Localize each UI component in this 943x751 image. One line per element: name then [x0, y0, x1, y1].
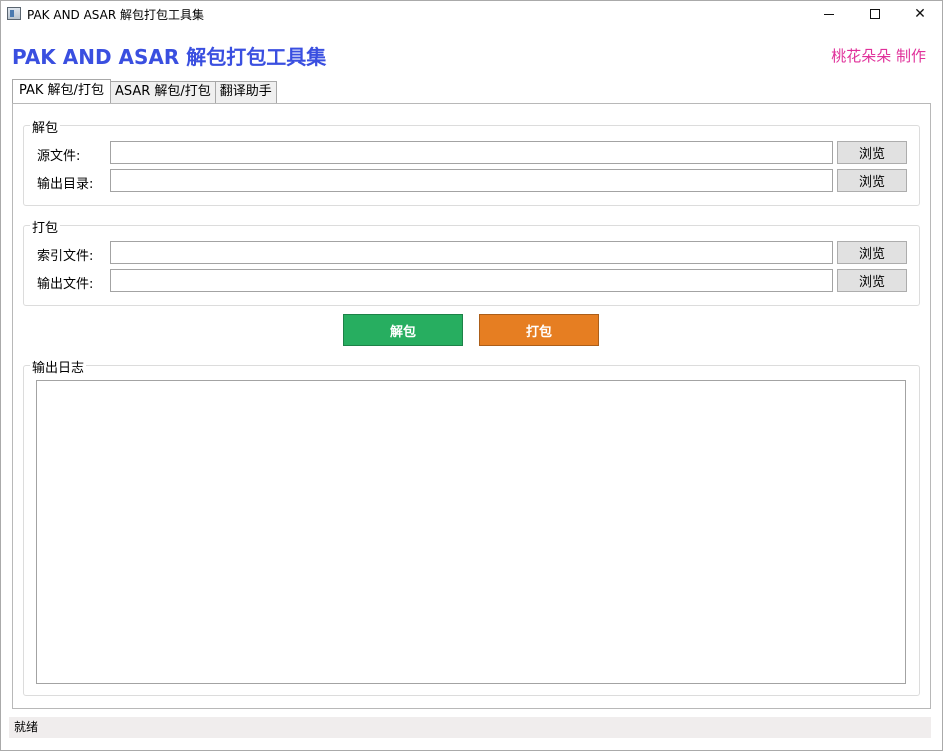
log-textarea[interactable]: [36, 380, 906, 684]
author-credit: 桃花朵朵 制作: [831, 47, 926, 65]
unpack-group: 解包 源文件: 浏览 输出目录: 浏览: [23, 117, 920, 206]
output-file-label: 输出文件:: [37, 277, 94, 292]
pack-group-title: 打包: [30, 217, 61, 236]
minimize-icon: [824, 13, 834, 15]
index-file-label: 索引文件:: [37, 249, 94, 264]
unpack-group-title: 解包: [30, 117, 61, 136]
tab-pak[interactable]: PAK 解包/打包: [12, 79, 111, 103]
tab-asar[interactable]: ASAR 解包/打包: [109, 81, 216, 103]
close-button[interactable]: ✕: [897, 1, 943, 27]
tab-bar: PAK 解包/打包 ASAR 解包/打包 翻译助手: [12, 79, 277, 103]
maximize-button[interactable]: [852, 1, 898, 27]
title-bar[interactable]: PAK AND ASAR 解包打包工具集 ✕: [1, 1, 942, 27]
close-icon: ✕: [914, 6, 926, 22]
minimize-button[interactable]: [806, 1, 852, 27]
unpack-button[interactable]: 解包: [343, 314, 463, 346]
app-heading: PAK AND ASAR 解包打包工具集: [12, 45, 327, 69]
output-file-browse-button[interactable]: 浏览: [837, 269, 907, 292]
output-dir-input[interactable]: [110, 169, 833, 192]
source-file-input[interactable]: [110, 141, 833, 164]
status-bar: 就绪: [9, 717, 931, 738]
source-browse-button[interactable]: 浏览: [837, 141, 907, 164]
output-dir-browse-button[interactable]: 浏览: [837, 169, 907, 192]
source-file-label: 源文件:: [37, 149, 81, 164]
output-dir-label: 输出目录:: [37, 177, 94, 192]
pack-button[interactable]: 打包: [479, 314, 599, 346]
output-file-input[interactable]: [110, 269, 833, 292]
pack-group: 打包 索引文件: 浏览 输出文件: 浏览: [23, 217, 920, 306]
index-file-input[interactable]: [110, 241, 833, 264]
app-icon: [7, 7, 21, 20]
app-window: PAK AND ASAR 解包打包工具集 ✕ PAK AND ASAR 解包打包…: [0, 0, 943, 751]
maximize-icon: [870, 9, 880, 19]
log-group-title: 输出日志: [30, 357, 87, 376]
window-title: PAK AND ASAR 解包打包工具集: [27, 8, 205, 22]
index-browse-button[interactable]: 浏览: [837, 241, 907, 264]
tab-translate[interactable]: 翻译助手: [214, 81, 277, 103]
status-text: 就绪: [14, 720, 39, 734]
